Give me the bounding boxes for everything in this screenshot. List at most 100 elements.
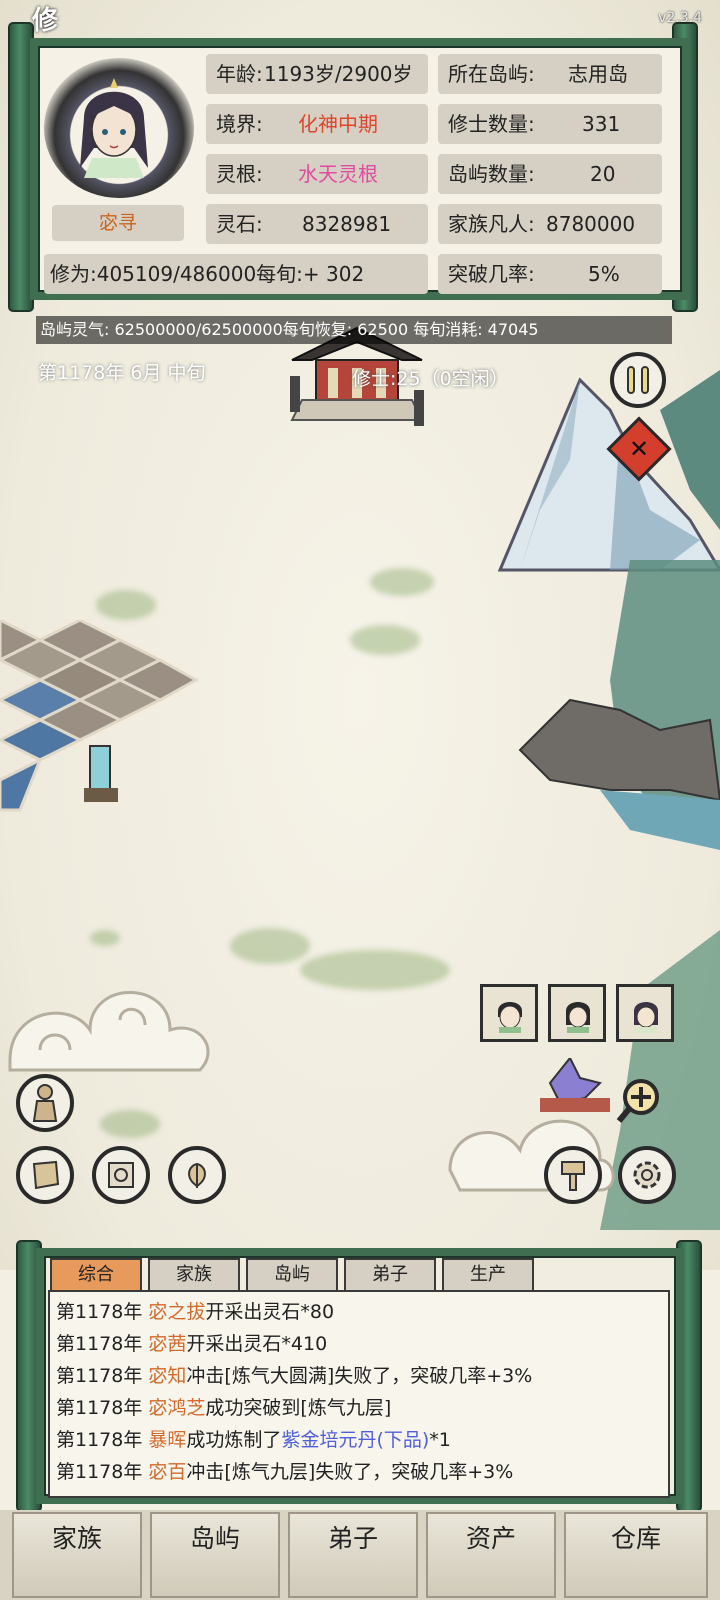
location-value: 志用岛 [568,62,628,86]
realm-stat: 境界: 化神中期 [206,104,428,144]
spirit-crystal-building[interactable] [76,740,126,810]
log-name: 宓知 [148,1365,187,1387]
log-year: 第1178年 [56,1397,143,1419]
grass-patch [300,950,450,990]
player-name[interactable]: 宓寻 [52,205,184,241]
grass-patch [100,1110,160,1138]
pause-icon [641,366,649,394]
nav-island-button[interactable]: 岛屿 [150,1512,280,1598]
game-date: 第1178年 6月 中旬 [38,362,206,384]
grass-patch [90,930,120,946]
log-text: 冲击[炼气九层]失败了，突破几率+3% [186,1461,514,1483]
age-label: 年龄: [216,62,263,86]
log-name: 宓茜 [148,1333,187,1355]
log-text: 开采出灵石*410 [186,1333,328,1355]
close-icon: ✕ [628,435,650,463]
realm-label: 境界: [216,112,263,136]
log-item: 紫金培元丹(下品) [281,1429,430,1451]
mortals-label: 家族凡人: [448,212,535,236]
herb-icon [188,1162,206,1188]
log-entry: 第1178年 宓知冲击[炼气大圆满]失败了，突破几率+3% [56,1360,662,1392]
cultivation-stat: 修为:405109/486000每旬:+ 302 [44,254,428,294]
cultivators-stat: 修士数量: 331 [438,104,662,144]
nav-warehouse-button[interactable]: 仓库 [564,1512,708,1598]
disciple-portrait[interactable] [548,984,606,1042]
pause-icon [627,366,635,394]
islands-label: 岛屿数量: [448,162,535,186]
location-label: 所在岛屿: [448,62,535,86]
mortals-stat: 家族凡人: 8780000 [438,204,662,244]
grass-patch [350,625,420,655]
log-year: 第1178年 [56,1333,143,1355]
disciple-face [498,1002,522,1033]
mortals-value: 8780000 [546,212,636,236]
cultivators-label: 修士数量: [448,112,535,136]
pause-button[interactable] [610,352,666,408]
nav-disciples-button[interactable]: 弟子 [288,1512,418,1598]
nav-family-button[interactable]: 家族 [12,1512,142,1598]
islands-value: 20 [590,162,616,186]
version-label: v2.3.4 [658,10,702,26]
build-button[interactable] [544,1146,602,1204]
breakthrough-value: 5% [588,262,620,286]
grass-patch [370,568,434,596]
breakthrough-stat: 突破几率: 5% [438,254,662,294]
disciple-portrait[interactable] [616,984,674,1042]
log-entry: 第1178年 宓之拔开采出灵石*80 [56,1296,662,1328]
zoom-icon [616,1079,659,1123]
tab-disciples[interactable]: 弟子 [344,1258,436,1290]
herb-button[interactable] [168,1146,226,1204]
settings-icon [633,1161,661,1189]
log-text: 成功炼制了 [186,1429,282,1451]
character-button[interactable] [16,1074,74,1132]
stone-button[interactable] [16,1146,74,1204]
person-icon [32,1084,58,1122]
scroll-button[interactable] [92,1146,150,1204]
log-entry: 第1178年 宓茜开采出灵石*410 [56,1328,662,1360]
root-stat: 灵根: 水天灵根 [206,154,428,194]
cultivator-count: 修士:25（0空闲） [352,368,509,390]
cultivators-value: 331 [582,112,621,136]
log-text: 成功突破到[炼气九层] [205,1397,392,1419]
root-label: 灵根: [216,162,263,186]
purple-crystal-building[interactable] [540,1058,610,1118]
log-suffix: *1 [429,1429,451,1451]
stones-stat: 灵石: 8328981 [206,204,428,244]
log-year: 第1178年 [56,1461,143,1483]
tab-general[interactable]: 综合 [50,1258,142,1290]
grass-patch [230,928,310,964]
realm-value: 化神中期 [298,112,378,136]
log-entry: 第1178年 宓鸿芝成功突破到[炼气九层] [56,1392,662,1424]
log-name: 宓鸿芝 [148,1397,206,1419]
stone-icon [32,1160,60,1190]
cultivation-text: 修为:405109/486000每旬:+ 302 [50,262,365,286]
log-year: 第1178年 [56,1365,143,1387]
log-name: 暴晖 [148,1429,187,1451]
nav-assets-button[interactable]: 资产 [426,1512,556,1598]
event-log-list[interactable]: 第1178年 宓之拔开采出灵石*80 第1178年 宓茜开采出灵石*410 第1… [48,1290,670,1498]
log-entry: 第1178年 宓百冲击[炼气九层]失败了，突破几率+3% [56,1456,662,1488]
settings-button[interactable] [618,1146,676,1204]
cloud-left [8,991,210,1072]
log-text: 冲击[炼气大圆满]失败了，突破几率+3% [186,1365,533,1387]
scroll-icon [108,1162,134,1188]
disciple-portrait[interactable] [480,984,538,1042]
log-tabs: 综合 家族 岛屿 弟子 生产 [50,1258,534,1290]
snow-mountain [497,370,720,572]
island-aura-bar: 岛屿灵气: 62500000/62500000每旬恢复: 62500 每旬消耗:… [36,316,672,344]
tab-family[interactable]: 家族 [148,1258,240,1290]
grass-patch [96,590,156,620]
log-name: 宓之拔 [148,1301,206,1323]
hammer-icon [561,1161,585,1191]
root-value: 水天灵根 [298,162,378,186]
stones-label: 灵石: [216,212,263,236]
app-title-char: 修 [32,6,59,36]
tab-production[interactable]: 生产 [442,1258,534,1290]
player-avatar[interactable] [44,58,194,198]
log-name: 宓百 [148,1461,187,1483]
right-cliffs [518,560,720,850]
tab-island[interactable]: 岛屿 [246,1258,338,1290]
player-portrait [80,78,148,178]
zoom-button[interactable] [610,1072,668,1130]
age-stat: 年龄: 1193岁/2900岁 [206,54,428,94]
